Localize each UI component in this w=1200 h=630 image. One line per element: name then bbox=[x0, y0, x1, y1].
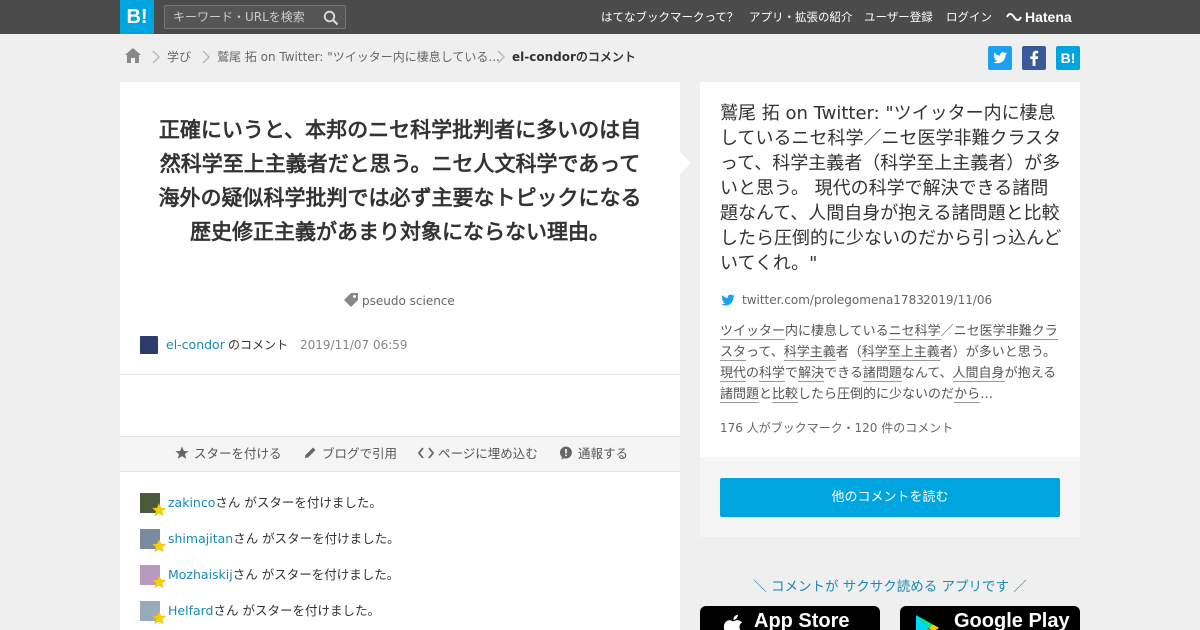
read-other-comments-button[interactable]: 他のコメントを読む bbox=[720, 478, 1060, 517]
divider bbox=[120, 374, 680, 375]
summary-text: の bbox=[746, 366, 760, 381]
google-play-icon bbox=[916, 615, 939, 630]
star-user-link[interactable]: Helfard bbox=[168, 603, 213, 618]
keyword-link[interactable]: 諸問題 bbox=[862, 366, 902, 382]
summary-text: が抱える bbox=[1004, 366, 1057, 381]
star-icon bbox=[152, 575, 166, 589]
nav-login[interactable]: ログイン bbox=[946, 0, 992, 34]
pencil-icon bbox=[305, 447, 316, 458]
entry-stats[interactable]: 176 人がブックマーク・120 件のコメント bbox=[720, 419, 953, 437]
breadcrumb-current: el-condorのコメント bbox=[512, 50, 636, 64]
star-user-suffix: さん がスターを付けました。 bbox=[215, 495, 382, 510]
star-icon bbox=[175, 446, 189, 459]
keyword-link[interactable]: 科学至上主義 bbox=[861, 345, 940, 361]
chevron-right-icon bbox=[497, 50, 506, 64]
hatena-bookmark-share-button[interactable]: B! bbox=[1056, 46, 1080, 70]
keyword-link[interactable]: 諸問題 bbox=[720, 387, 760, 403]
summary-text: で bbox=[785, 366, 799, 381]
apple-icon bbox=[723, 614, 742, 630]
comment-user-suffix: のコメント bbox=[228, 338, 289, 352]
comment-datetime: 2019/11/07 06:59 bbox=[300, 338, 408, 352]
report-icon bbox=[559, 446, 572, 460]
chevron-right-icon bbox=[152, 50, 161, 64]
google-play-button[interactable]: Google Play bbox=[900, 606, 1080, 630]
tag-icon bbox=[344, 293, 358, 307]
star-user-suffix: さん がスターを付けました。 bbox=[233, 531, 400, 546]
entry-source-label: twitter.com/prolegomena1783 bbox=[742, 293, 924, 307]
breadcrumb-entry[interactable]: 鷲尾 拓 on Twitter: "ツイッター内に棲息している... bbox=[217, 48, 500, 66]
chevron-right-icon bbox=[202, 50, 211, 64]
add-star-label: スターを付ける bbox=[194, 446, 282, 461]
user-avatar[interactable] bbox=[140, 336, 158, 354]
star-icon bbox=[152, 611, 166, 625]
keyword-link[interactable]: 現代 bbox=[720, 366, 747, 382]
keyword-link[interactable]: ニセ科学 bbox=[888, 324, 941, 340]
star-user-suffix: さん がスターを付けました。 bbox=[213, 603, 380, 618]
breadcrumb-category[interactable]: 学び bbox=[167, 48, 191, 66]
entry-title[interactable]: 鷲尾 拓 on Twitter: "ツイッター内に棲息しているニセ科学／ニセ医学… bbox=[720, 101, 1065, 276]
app-promo-text: ＼ コメントが サクサク読める アプリです ／ bbox=[753, 579, 1027, 595]
entry-date: 2019/11/06 bbox=[923, 293, 993, 307]
app-store-label: App Store bbox=[754, 610, 850, 630]
keyword-link[interactable]: から bbox=[954, 387, 981, 403]
summary-text: なんて、 bbox=[901, 366, 953, 381]
nav-register[interactable]: ユーザー登録 bbox=[864, 0, 933, 34]
google-play-label: Google Play bbox=[954, 610, 1070, 630]
search-box bbox=[164, 5, 346, 29]
nav-apps[interactable]: アプリ・拡張の紹介 bbox=[749, 0, 853, 34]
search-input[interactable] bbox=[173, 9, 313, 25]
tag-label: pseudo science bbox=[362, 294, 455, 308]
summary-text: 内に棲息している bbox=[785, 324, 889, 339]
summary-text: と bbox=[759, 387, 773, 402]
embed-label: ページに埋め込む bbox=[438, 446, 538, 461]
facebook-share-button[interactable] bbox=[1022, 46, 1046, 70]
summary-text: ／ニセ bbox=[940, 324, 980, 339]
summary-text: 者）が多いと思う。 bbox=[939, 345, 1056, 360]
nav-about[interactable]: はてなブックマークって？ bbox=[601, 0, 738, 34]
home-icon[interactable] bbox=[124, 47, 142, 64]
star-user-link[interactable]: zakinco bbox=[168, 495, 215, 510]
twitter-bird-icon bbox=[993, 52, 1007, 64]
star-user-link[interactable]: shimajitan bbox=[168, 531, 233, 546]
hatena-brand-label: Hatena bbox=[1025, 9, 1072, 25]
app-store-button[interactable]: App Store bbox=[700, 606, 880, 630]
keyword-link[interactable]: 科学主義 bbox=[783, 345, 836, 361]
summary-text: できる bbox=[824, 366, 863, 381]
star-user-suffix: さん がスターを付けました。 bbox=[232, 567, 400, 582]
hatena-mark-icon bbox=[1006, 13, 1022, 21]
keyword-link[interactable]: 解決 bbox=[798, 366, 825, 382]
keyword-link[interactable]: 科学 bbox=[759, 366, 786, 382]
star-user-link[interactable]: Mozhaiskij bbox=[168, 567, 233, 582]
twitter-share-button[interactable] bbox=[988, 46, 1012, 70]
keyword-link[interactable]: 医学 bbox=[979, 324, 1006, 340]
blog-quote-label: ブログで引用 bbox=[322, 446, 398, 461]
star-icon bbox=[152, 539, 166, 553]
code-icon bbox=[418, 447, 434, 459]
twitter-bird-icon bbox=[721, 294, 735, 306]
keyword-link[interactable]: 人間自身 bbox=[952, 366, 1005, 382]
summary-text: … bbox=[980, 387, 994, 402]
summary-text: 者（ bbox=[835, 345, 862, 360]
keyword-link[interactable]: 比較 bbox=[772, 387, 799, 403]
search-icon[interactable] bbox=[323, 10, 339, 26]
keyword-link[interactable]: ツイッター bbox=[720, 324, 786, 340]
star-icon bbox=[152, 503, 166, 517]
report-label: 通報する bbox=[578, 446, 629, 461]
comment-user-link[interactable]: el-condor bbox=[166, 336, 225, 354]
facebook-icon bbox=[1030, 50, 1039, 66]
comment-text: 正確にいうと、本邦のニセ科学批判者に多いのは自然科学至上主義者だと思う。ニセ人文… bbox=[158, 118, 642, 244]
card-pointer bbox=[680, 152, 691, 174]
summary-text: したら圧倒的に少ないのだ bbox=[798, 387, 955, 402]
hatena-bookmark-logo[interactable]: B! bbox=[120, 0, 154, 34]
entry-summary: ツイッター内に棲息しているニセ科学／ニセ医学非難クラスタって、科学主義者（科学至… bbox=[720, 321, 1065, 405]
summary-text: って、 bbox=[746, 345, 784, 360]
